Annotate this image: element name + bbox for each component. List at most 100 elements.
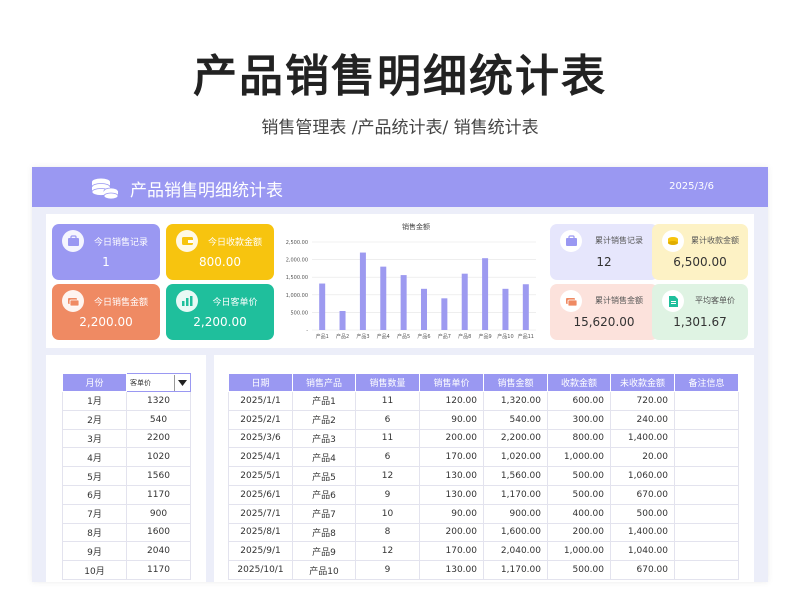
table-cell[interactable]: 90.00 <box>419 409 484 430</box>
table-cell[interactable]: 产品9 <box>292 541 356 562</box>
table-cell[interactable] <box>674 466 739 486</box>
table-cell[interactable]: 产品7 <box>292 503 356 524</box>
table-cell[interactable] <box>674 484 739 505</box>
table-cell[interactable] <box>674 409 739 430</box>
table-cell[interactable]: 1,170.00 <box>483 560 548 580</box>
table-cell[interactable]: 900.00 <box>483 503 548 524</box>
table-cell[interactable] <box>674 391 739 411</box>
table-cell[interactable]: 2025/2/1 <box>228 409 293 430</box>
table-cell[interactable]: 1,170.00 <box>483 484 548 505</box>
value-cell[interactable]: 1600 <box>126 522 191 543</box>
month-cell[interactable]: 8月 <box>62 522 127 543</box>
table-cell[interactable]: 670.00 <box>610 560 675 580</box>
bar[interactable] <box>421 288 427 330</box>
table-cell[interactable]: 720.00 <box>610 391 675 411</box>
table-cell[interactable] <box>674 522 739 543</box>
table-cell[interactable] <box>674 503 739 524</box>
table-cell[interactable]: 2025/3/6 <box>228 428 293 449</box>
value-cell[interactable]: 1560 <box>126 466 191 486</box>
table-cell[interactable]: 130.00 <box>419 466 484 486</box>
table-cell[interactable]: 2025/4/1 <box>228 447 293 468</box>
value-cell[interactable]: 1320 <box>126 391 191 411</box>
dropdown-arrow-icon[interactable] <box>174 374 190 391</box>
month-cell[interactable]: 10月 <box>62 560 127 580</box>
table-cell[interactable]: 1,020.00 <box>483 447 548 468</box>
table-cell[interactable]: 200.00 <box>419 428 484 449</box>
month-cell[interactable]: 4月 <box>62 447 127 468</box>
table-cell[interactable] <box>674 541 739 562</box>
table-cell[interactable]: 400.00 <box>547 503 611 524</box>
table-cell[interactable]: 6 <box>355 447 420 468</box>
bar[interactable] <box>359 252 366 330</box>
table-cell[interactable]: 240.00 <box>610 409 675 430</box>
table-cell[interactable]: 2,040.00 <box>483 541 548 562</box>
table-cell[interactable]: 500.00 <box>547 484 611 505</box>
table-cell[interactable]: 2025/6/1 <box>228 484 293 505</box>
table-cell[interactable]: 670.00 <box>610 484 675 505</box>
table-cell[interactable]: 2025/7/1 <box>228 503 293 524</box>
table-cell[interactable]: 产品2 <box>292 409 356 430</box>
table-cell[interactable]: 12 <box>355 541 420 562</box>
table-cell[interactable]: 200.00 <box>419 522 484 543</box>
table-cell[interactable]: 产品8 <box>292 522 356 543</box>
value-cell[interactable]: 1170 <box>126 560 191 580</box>
table-cell[interactable]: 600.00 <box>547 391 611 411</box>
table-cell[interactable] <box>674 560 739 580</box>
table-cell[interactable]: 1,320.00 <box>483 391 548 411</box>
table-cell[interactable]: 产品6 <box>292 484 356 505</box>
table-cell[interactable]: 1,600.00 <box>483 522 548 543</box>
table-cell[interactable]: 产品5 <box>292 466 356 486</box>
table-cell[interactable]: 2025/8/1 <box>228 522 293 543</box>
table-cell[interactable]: 1,560.00 <box>483 466 548 486</box>
month-cell[interactable]: 7月 <box>62 503 127 524</box>
table-cell[interactable]: 2025/1/1 <box>228 391 293 411</box>
table-cell[interactable]: 1,040.00 <box>610 541 675 562</box>
value-cell[interactable]: 1020 <box>126 447 191 468</box>
table-cell[interactable]: 2,200.00 <box>483 428 548 449</box>
table-cell[interactable]: 500.00 <box>547 560 611 580</box>
table-cell[interactable]: 8 <box>355 522 420 543</box>
table-cell[interactable]: 11 <box>355 428 420 449</box>
month-cell[interactable]: 1月 <box>62 391 127 411</box>
value-cell[interactable]: 900 <box>126 503 191 524</box>
month-cell[interactable]: 3月 <box>62 428 127 449</box>
table-cell[interactable]: 170.00 <box>419 541 484 562</box>
table-cell[interactable]: 300.00 <box>547 409 611 430</box>
table-cell[interactable]: 2025/9/1 <box>228 541 293 562</box>
month-cell[interactable]: 2月 <box>62 409 127 430</box>
table-cell[interactable] <box>674 447 739 468</box>
table-cell[interactable]: 2025/5/1 <box>228 466 293 486</box>
table-cell[interactable]: 产品1 <box>292 391 356 411</box>
table-cell[interactable] <box>674 428 739 449</box>
table-cell[interactable]: 130.00 <box>419 560 484 580</box>
table-cell[interactable]: 500.00 <box>547 466 611 486</box>
month-cell[interactable]: 5月 <box>62 466 127 486</box>
metric-select[interactable]: 客单价 <box>127 374 190 391</box>
table-cell[interactable]: 产品10 <box>292 560 356 580</box>
value-cell[interactable]: 540 <box>126 409 191 430</box>
table-cell[interactable]: 6 <box>355 409 420 430</box>
table-cell[interactable]: 1,000.00 <box>547 541 611 562</box>
table-cell[interactable]: 产品3 <box>292 428 356 449</box>
table-cell[interactable]: 9 <box>355 560 420 580</box>
bar[interactable] <box>319 283 326 330</box>
table-cell[interactable]: 170.00 <box>419 447 484 468</box>
table-cell[interactable]: 120.00 <box>419 391 484 411</box>
table-cell[interactable]: 20.00 <box>610 447 675 468</box>
table-cell[interactable]: 12 <box>355 466 420 486</box>
bar[interactable] <box>461 273 468 330</box>
table-cell[interactable]: 200.00 <box>547 522 611 543</box>
metric-select-cell[interactable]: 客单价 <box>126 373 191 392</box>
bar[interactable] <box>380 266 387 330</box>
table-cell[interactable]: 2025/10/1 <box>228 560 293 580</box>
table-cell[interactable]: 90.00 <box>419 503 484 524</box>
table-cell[interactable]: 800.00 <box>547 428 611 449</box>
table-cell[interactable]: 1,000.00 <box>547 447 611 468</box>
value-cell[interactable]: 1170 <box>126 484 191 505</box>
bar[interactable] <box>522 284 529 330</box>
bar[interactable] <box>400 275 407 330</box>
table-cell[interactable]: 11 <box>355 391 420 411</box>
table-cell[interactable]: 9 <box>355 484 420 505</box>
month-cell[interactable]: 9月 <box>62 541 127 562</box>
bar[interactable] <box>339 310 346 330</box>
